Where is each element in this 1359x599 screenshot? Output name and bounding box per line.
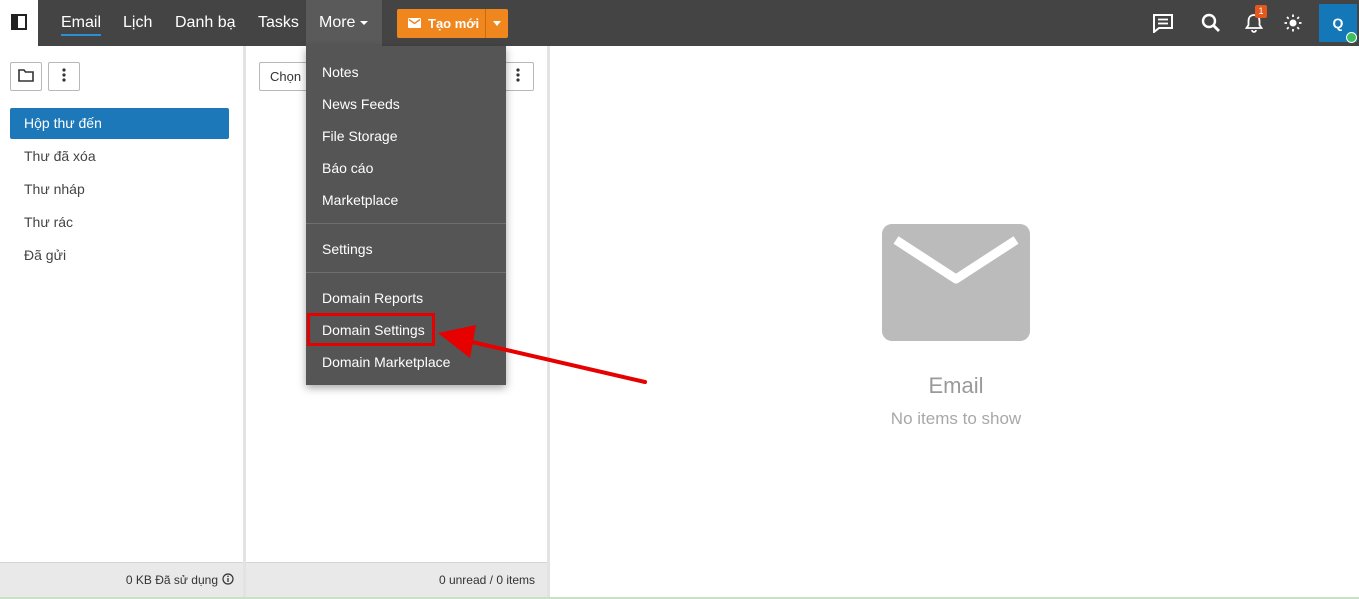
menu-divider bbox=[306, 272, 506, 273]
pane-divider[interactable] bbox=[243, 46, 246, 597]
menu-item-file-storage[interactable]: File Storage bbox=[306, 120, 506, 152]
folder-icon bbox=[18, 68, 34, 85]
new-item-dropdown-button[interactable] bbox=[485, 9, 508, 38]
folder-sent[interactable]: Đã gửi bbox=[10, 240, 229, 271]
folder-drafts[interactable]: Thư nháp bbox=[10, 174, 229, 205]
caret-down-icon bbox=[493, 21, 501, 26]
nav-more-button[interactable]: More bbox=[306, 0, 382, 46]
unread-count-text: 0 unread / 0 items bbox=[438, 573, 535, 587]
folder-options-button[interactable] bbox=[48, 62, 80, 91]
folder-inbox[interactable]: Hộp thư đến bbox=[10, 108, 229, 139]
more-vertical-icon bbox=[62, 68, 66, 85]
theme-sun-icon[interactable] bbox=[1281, 11, 1305, 35]
menu-divider bbox=[306, 223, 506, 224]
sidebar-toggle-icon bbox=[11, 13, 27, 33]
empty-state-subtitle: No items to show bbox=[890, 409, 1022, 428]
more-vertical-icon bbox=[516, 68, 520, 85]
nav-contacts[interactable]: Danh bạ bbox=[175, 0, 236, 46]
menu-item-domain-marketplace[interactable]: Domain Marketplace bbox=[306, 346, 506, 378]
nav-email[interactable]: Email bbox=[61, 0, 102, 46]
nav-calendar[interactable]: Lịch bbox=[123, 0, 152, 46]
notification-badge: 1 bbox=[1255, 5, 1267, 18]
menu-item-reports[interactable]: Báo cáo bbox=[306, 152, 506, 184]
caret-down-icon bbox=[360, 20, 369, 25]
new-item-label: Tạo mới bbox=[428, 16, 480, 31]
menu-item-settings[interactable]: Settings bbox=[306, 233, 506, 265]
online-status-dot bbox=[1346, 32, 1357, 43]
menu-item-domain-reports[interactable]: Domain Reports bbox=[306, 282, 506, 314]
list-options-button[interactable] bbox=[502, 62, 534, 91]
empty-state-title: Email bbox=[928, 373, 984, 398]
folder-deleted[interactable]: Thư đã xóa bbox=[10, 141, 229, 172]
annotation-highlight-box bbox=[307, 313, 435, 346]
empty-envelope-icon bbox=[882, 224, 1030, 341]
storage-footer: 0 KB Đã sử dụng bbox=[0, 562, 243, 597]
menu-item-marketplace[interactable]: Marketplace bbox=[306, 184, 506, 216]
folder-spam[interactable]: Thư rác bbox=[10, 207, 229, 238]
menu-item-notes[interactable]: Notes bbox=[306, 56, 506, 88]
search-icon[interactable] bbox=[1199, 11, 1223, 35]
sidebar-toggle-button[interactable] bbox=[0, 0, 38, 46]
new-folder-button[interactable] bbox=[10, 62, 42, 91]
storage-usage-text: 0 KB Đã sử dụng bbox=[125, 573, 218, 587]
select-button[interactable]: Chọn bbox=[259, 62, 309, 91]
menu-item-news-feeds[interactable]: News Feeds bbox=[306, 88, 506, 120]
info-icon[interactable] bbox=[222, 572, 234, 588]
nav-tasks[interactable]: Tasks bbox=[258, 0, 299, 46]
nav-more-label: More bbox=[319, 14, 356, 31]
list-footer: 0 unread / 0 items bbox=[246, 562, 547, 597]
envelope-icon bbox=[408, 16, 421, 31]
new-item-button[interactable]: Tạo mới bbox=[397, 9, 485, 38]
pane-divider[interactable] bbox=[547, 46, 550, 597]
chat-icon[interactable] bbox=[1151, 11, 1175, 35]
